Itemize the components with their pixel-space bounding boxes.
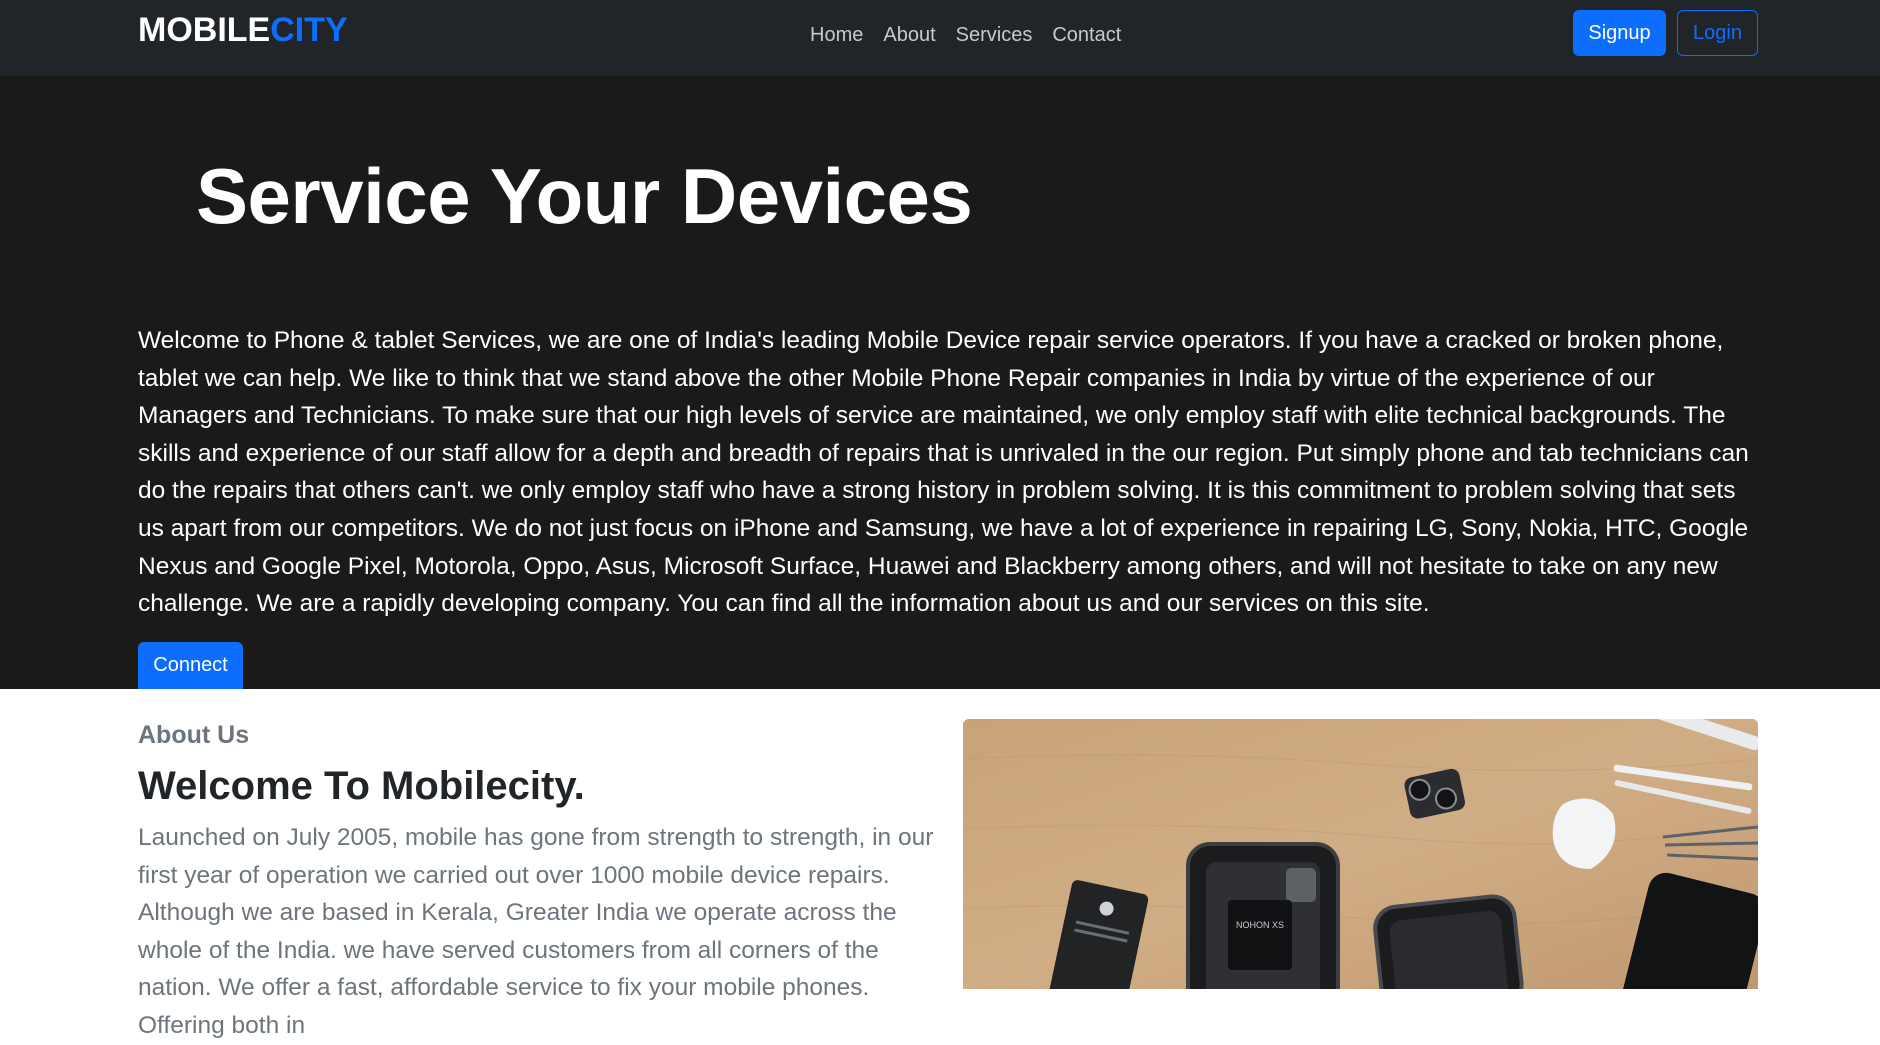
nav-link-about[interactable]: About <box>873 16 945 54</box>
brand-logo[interactable]: MOBILECITY <box>138 10 348 50</box>
signup-button[interactable]: Signup <box>1573 10 1666 56</box>
about-title: Welcome To Mobilecity. <box>138 764 585 808</box>
about-section: About Us Welcome To Mobilecity. Launched… <box>0 689 1880 1039</box>
top-navbar: MOBILECITY Home About Services Contact S… <box>0 0 1880 76</box>
repair-tools-image: NOHON XS <box>963 719 1758 989</box>
hero-section: Service Your Devices Welcome to Phone & … <box>0 76 1880 689</box>
brand-main: MOBILE <box>138 11 271 49</box>
about-paragraph: Launched on July 2005, mobile has gone f… <box>138 824 934 1039</box>
about-eyebrow: About Us <box>138 721 250 749</box>
nav-links: Home About Services Contact <box>800 16 1131 54</box>
nav-link-home[interactable]: Home <box>800 16 873 54</box>
nav-link-services[interactable]: Services <box>946 16 1043 54</box>
hero-paragraph: Welcome to Phone & tablet Services, we a… <box>138 327 1749 618</box>
repair-tools-illustration: NOHON XS <box>963 719 1758 989</box>
nav-link-contact[interactable]: Contact <box>1042 16 1131 54</box>
hero-title: Service Your Devices <box>196 152 973 240</box>
brand-accent: CITY <box>270 11 348 49</box>
login-button[interactable]: Login <box>1677 10 1758 56</box>
connect-button[interactable]: Connect <box>138 642 243 689</box>
battery-label: NOHON XS <box>1236 920 1284 930</box>
